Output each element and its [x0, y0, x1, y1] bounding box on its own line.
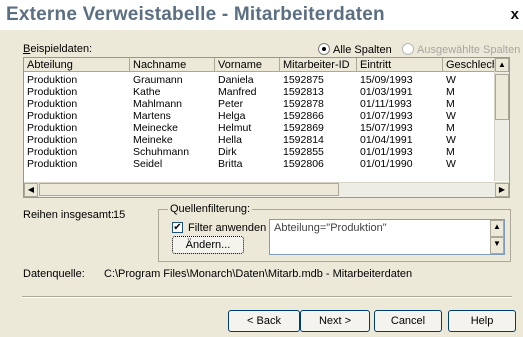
filter-apply-checkbox[interactable]: ✔ [172, 222, 183, 233]
grid-cell: 1592806 [283, 158, 324, 170]
grid-cell: 1592813 [283, 86, 324, 98]
cancel-button[interactable]: Cancel [374, 310, 442, 332]
vertical-scroll-thumb[interactable] [495, 74, 509, 120]
grid-cell: Graumann [133, 74, 183, 86]
grid-cell: 1592855 [283, 146, 324, 158]
grid-cell: M [446, 98, 455, 110]
source-filter-label: Quellenfilterung: [168, 203, 253, 215]
rows-total-value: 15 [113, 209, 126, 221]
grid-cell: W [446, 158, 456, 170]
scroll-up-icon[interactable]: ▲ [495, 58, 509, 72]
vertical-scrollbar[interactable]: ▲ [494, 58, 509, 181]
grid-cell: 01/01/1993 [360, 146, 413, 158]
grid-cell: Dirk [218, 146, 237, 158]
grid-cell: W [446, 74, 456, 86]
dialog: Externe Verweistabelle - Mitarbeiterdate… [0, 0, 523, 337]
column-header[interactable]: Eintritt [357, 58, 443, 72]
title-bar: Externe Verweistabelle - Mitarbeiterdate… [0, 0, 523, 30]
data-source-label: Datenquelle: [23, 268, 85, 280]
horizontal-scrollbar[interactable]: ◀ ▶ [24, 182, 509, 197]
grid-cell: 01/07/1993 [360, 110, 413, 122]
filter-apply-label: Filter anwenden [188, 222, 267, 234]
grid-cell: Produktion [27, 86, 78, 98]
grid-cell: 01/03/1991 [360, 86, 413, 98]
filter-expression-box: Abteilung="Produktion" ▲ ▼ [269, 219, 505, 255]
next-button[interactable]: Next > [300, 310, 370, 332]
grid-cell: 1592878 [283, 98, 324, 110]
column-header[interactable]: Mitarbeiter-ID [280, 58, 357, 72]
grid-cell: Produktion [27, 158, 78, 170]
grid-cell: 1592869 [283, 122, 324, 134]
grid-cell: Martens [133, 110, 171, 122]
column-header[interactable]: Nachname [130, 58, 215, 72]
filter-scroll-down-icon[interactable]: ▼ [490, 237, 504, 254]
grid-cell: Helmut [218, 122, 252, 134]
scroll-right-icon[interactable]: ▶ [495, 183, 509, 197]
footer-separator [22, 296, 512, 298]
scroll-left-icon[interactable]: ◀ [24, 183, 38, 197]
radio-all-columns-dot [318, 43, 330, 55]
radio-all-columns-label: Alle Spalten [333, 44, 392, 56]
grid-cell: Helga [218, 110, 246, 122]
grid-cell: Schuhmann [133, 146, 190, 158]
grid-cell: 1592866 [283, 110, 324, 122]
grid-cell: Meinecke [133, 122, 178, 134]
rows-total-label: Reihen insgesamt: [23, 209, 115, 221]
grid-cell: 15/07/1993 [360, 122, 413, 134]
grid-cell: 01/01/1990 [360, 158, 413, 170]
grid-cell: M [446, 122, 455, 134]
filter-scroll-up-icon[interactable]: ▲ [490, 220, 504, 237]
grid-cell: 01/04/1991 [360, 134, 413, 146]
back-button[interactable]: < Back [228, 310, 300, 332]
grid-cell: Produktion [27, 74, 78, 86]
grid-cell: 15/09/1993 [360, 74, 413, 86]
grid-cell: M [446, 146, 455, 158]
filter-expression-text: Abteilung="Produktion" [274, 222, 387, 234]
sample-data-label-text: eispieldaten: [30, 43, 93, 55]
grid-cell: 01/11/1993 [360, 98, 412, 110]
radio-all-columns[interactable]: Alle Spalten [318, 43, 392, 56]
column-header[interactable]: Abteilung [24, 58, 130, 72]
grid-cell: Britta [218, 158, 243, 170]
grid-cell: Produktion [27, 122, 78, 134]
data-source-value: C:\Program Files\Monarch\Daten\Mitarb.md… [104, 268, 413, 280]
grid-cell: Mahlmann [133, 98, 183, 110]
grid-cell: Produktion [27, 134, 78, 146]
grid-cell: Produktion [27, 110, 78, 122]
grid-cell: 1592875 [283, 74, 324, 86]
grid-cell: Produktion [27, 98, 78, 110]
grid-cell: Daniela [218, 74, 254, 86]
column-header[interactable]: Geschlech [443, 58, 495, 72]
grid-cell: Meineke [133, 134, 173, 146]
grid-cell: Kathe [133, 86, 161, 98]
radio-selected-columns-dot [402, 43, 414, 55]
sample-data-label: Beispieldaten: [23, 43, 92, 55]
close-icon[interactable]: x [511, 6, 519, 23]
horizontal-scroll-thumb[interactable] [39, 183, 339, 196]
radio-selected-columns-label: Ausgewählte Spalten [417, 44, 521, 56]
grid-cell: Seidel [133, 158, 163, 170]
change-filter-button[interactable]: Ändern... [172, 236, 244, 254]
grid-cell: Hella [218, 134, 242, 146]
grid-cell: 1592814 [283, 134, 324, 146]
grid-cell: W [446, 134, 456, 146]
grid-cell: W [446, 110, 456, 122]
column-header[interactable]: Vorname [215, 58, 280, 72]
grid-cell: M [446, 86, 455, 98]
grid-cell: Produktion [27, 146, 78, 158]
sample-data-grid[interactable]: Abteilung Nachname Vorname Mitarbeiter-I… [23, 57, 510, 198]
grid-cell: Manfred [218, 86, 257, 98]
grid-cell: Peter [218, 98, 244, 110]
window-title: Externe Verweistabelle - Mitarbeiterdate… [6, 4, 385, 25]
help-button[interactable]: Help [448, 310, 516, 332]
radio-selected-columns[interactable]: Ausgewählte Spalten [402, 43, 520, 56]
